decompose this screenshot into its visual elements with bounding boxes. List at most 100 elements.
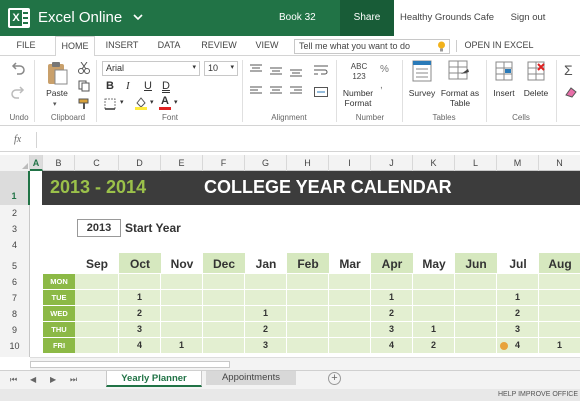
calendar-cell[interactable] <box>75 306 119 321</box>
calendar-cell[interactable]: 3 <box>245 338 287 353</box>
row-header[interactable]: 6 <box>0 273 30 289</box>
calendar-cell[interactable] <box>161 290 203 305</box>
insert-button[interactable]: Insert <box>488 88 520 98</box>
calendar-cell[interactable] <box>329 338 371 353</box>
row-header[interactable]: 1 <box>0 171 30 205</box>
calendar-cell[interactable]: 3 <box>119 322 161 337</box>
sum-icon[interactable]: Σ <box>564 62 573 78</box>
calendar-cell[interactable] <box>497 274 539 289</box>
column-header[interactable]: L <box>455 155 497 171</box>
calendar-cell[interactable]: 1 <box>119 290 161 305</box>
calendar-cell[interactable]: 2 <box>245 322 287 337</box>
select-all-corner[interactable] <box>0 155 30 171</box>
calendar-cell[interactable] <box>161 274 203 289</box>
next-sheet-icon[interactable]: ▶ <box>50 375 56 384</box>
calendar-cell[interactable]: 3 <box>371 322 413 337</box>
start-year-input[interactable]: 2013 <box>77 219 121 237</box>
paste-icon[interactable] <box>46 60 68 86</box>
calendar-cell[interactable] <box>539 322 580 337</box>
tab-view[interactable]: VIEW <box>250 36 284 56</box>
font-name-select[interactable]: Arial ▾ <box>102 61 200 76</box>
column-header[interactable]: H <box>287 155 329 171</box>
calendar-cell[interactable] <box>203 290 245 305</box>
row-header[interactable]: 4 <box>0 237 30 253</box>
workbook-name[interactable]: Book 32 <box>279 12 316 23</box>
align-center-icon[interactable] <box>270 86 282 96</box>
fx-icon[interactable]: fx <box>14 134 21 145</box>
undo-icon[interactable] <box>10 62 26 76</box>
calendar-cell[interactable] <box>455 306 497 321</box>
calendar-cell[interactable] <box>75 338 119 353</box>
column-header[interactable]: M <box>497 155 539 171</box>
calendar-cell[interactable] <box>75 274 119 289</box>
tab-insert[interactable]: INSERT <box>102 36 142 56</box>
calendar-cell[interactable] <box>455 290 497 305</box>
calendar-cell[interactable]: 2 <box>371 306 413 321</box>
align-top-icon[interactable] <box>250 64 262 74</box>
calendar-cell[interactable]: 1 <box>161 338 203 353</box>
calendar-cell[interactable]: 1 <box>539 338 580 353</box>
number-format-button[interactable]: Number Format <box>338 88 378 108</box>
calendar-cell[interactable]: 4 <box>371 338 413 353</box>
formula-input[interactable] <box>36 132 580 148</box>
calendar-cell[interactable] <box>539 274 580 289</box>
calendar-cell[interactable] <box>329 306 371 321</box>
percent-icon[interactable]: % <box>380 64 394 76</box>
delete-cells-icon[interactable] <box>526 60 546 82</box>
wrap-text-icon[interactable] <box>314 64 328 76</box>
calendar-cell[interactable] <box>287 290 329 305</box>
share-button[interactable]: Share <box>340 0 394 36</box>
last-sheet-icon[interactable]: ⏭ <box>70 375 77 385</box>
underline-button[interactable]: U <box>144 80 152 92</box>
calendar-cell[interactable] <box>119 274 161 289</box>
status-text[interactable]: HELP IMPROVE OFFICE <box>498 391 578 398</box>
font-color-chevron-icon[interactable]: ▾ <box>174 98 178 106</box>
tab-review[interactable]: REVIEW <box>196 36 242 56</box>
horizontal-scrollbar[interactable] <box>30 357 580 370</box>
fill-color-icon[interactable] <box>134 96 148 110</box>
calendar-cell[interactable] <box>245 290 287 305</box>
row-header[interactable]: 9 <box>0 321 30 337</box>
column-header[interactable]: C <box>75 155 119 171</box>
org-name[interactable]: Healthy Grounds Cafe <box>394 0 500 36</box>
row-header[interactable]: 2 <box>0 205 30 221</box>
column-header[interactable]: E <box>161 155 203 171</box>
calendar-cell[interactable] <box>203 306 245 321</box>
calendar-cell[interactable] <box>329 322 371 337</box>
paste-button[interactable]: Paste <box>42 88 72 98</box>
first-sheet-icon[interactable]: ⏮ <box>10 375 17 385</box>
column-header[interactable]: N <box>539 155 580 171</box>
column-header[interactable]: G <box>245 155 287 171</box>
calendar-cell[interactable]: 2 <box>119 306 161 321</box>
calendar-cell[interactable] <box>539 306 580 321</box>
column-header[interactable]: K <box>413 155 455 171</box>
calendar-cell[interactable]: 1 <box>245 306 287 321</box>
calendar-cell[interactable]: 3 <box>497 322 539 337</box>
merge-center-icon[interactable] <box>314 86 328 98</box>
double-underline-button[interactable]: D <box>162 80 170 92</box>
prev-sheet-icon[interactable]: ◀ <box>30 375 36 384</box>
sheet-tab-appointments[interactable]: Appointments <box>206 371 296 385</box>
borders-chevron-icon[interactable]: ▾ <box>120 98 124 106</box>
survey-icon[interactable] <box>412 60 432 82</box>
column-header[interactable]: J <box>371 155 413 171</box>
calendar-cell[interactable] <box>413 290 455 305</box>
format-table-icon[interactable] <box>448 60 470 82</box>
paste-chevron-icon[interactable]: ▾ <box>53 100 57 108</box>
align-bottom-icon[interactable] <box>290 68 302 78</box>
insert-cells-icon[interactable] <box>494 60 514 82</box>
sheet-tab-yearly-planner[interactable]: Yearly Planner <box>106 371 202 387</box>
calendar-cell[interactable]: 2 <box>497 306 539 321</box>
calendar-cell[interactable] <box>371 274 413 289</box>
calendar-cell[interactable]: 1 <box>497 290 539 305</box>
calendar-cell[interactable] <box>75 290 119 305</box>
calendar-cell[interactable] <box>455 274 497 289</box>
tab-file[interactable]: FILE <box>8 36 44 56</box>
italic-button[interactable]: I <box>126 80 130 92</box>
calendar-cell[interactable] <box>455 322 497 337</box>
calendar-cell[interactable]: 1 <box>371 290 413 305</box>
number-format-icon[interactable]: ABC 123 <box>346 62 372 86</box>
calendar-cell[interactable] <box>203 322 245 337</box>
calendar-cell[interactable] <box>245 274 287 289</box>
calendar-cell[interactable] <box>413 306 455 321</box>
